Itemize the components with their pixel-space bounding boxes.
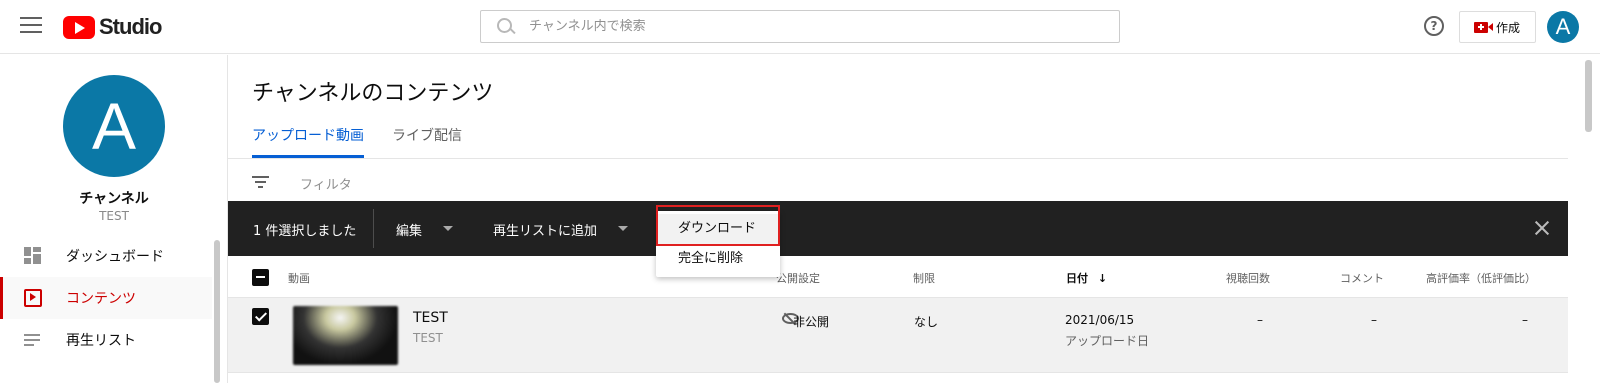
- menu-item-delete-forever[interactable]: 完全に削除: [656, 244, 780, 274]
- video-camera-icon: [1474, 21, 1493, 33]
- main-content: チャンネルのコンテンツ アップロード動画 ライブ配信 フィルタ 1 件選択しまし…: [228, 55, 1600, 383]
- column-restrictions[interactable]: 制限: [913, 270, 935, 286]
- table-header: 動画 公開設定 制限 日付 ↓ 視聴回数 コメント 高評価率（低評価比）: [228, 256, 1568, 298]
- likes-value: –: [1522, 313, 1528, 327]
- chevron-down-icon[interactable]: [443, 226, 453, 231]
- selected-count: 1 件選択しました: [253, 224, 357, 239]
- account-avatar[interactable]: A: [1547, 11, 1579, 43]
- sidebar-item-dashboard[interactable]: ダッシュボード: [0, 235, 212, 277]
- channel-avatar[interactable]: A: [63, 75, 165, 177]
- visibility-value[interactable]: 非公開: [793, 313, 829, 330]
- column-date[interactable]: 日付 ↓: [1066, 270, 1107, 286]
- date-value: 2021/06/15: [1065, 313, 1135, 327]
- studio-logo[interactable]: Studio: [63, 14, 162, 40]
- date-type: アップロード日: [1065, 334, 1150, 348]
- close-icon[interactable]: [1533, 219, 1551, 237]
- row-checkbox[interactable]: [252, 308, 269, 325]
- edit-menu-button[interactable]: 編集: [396, 220, 422, 239]
- table-row[interactable]: TEST TEST 非公開 なし 2021/06/15 アップロード日 – – …: [228, 298, 1568, 373]
- column-views[interactable]: 視聴回数: [1226, 270, 1270, 286]
- channel-name: チャンネル: [79, 191, 149, 207]
- page-title: チャンネルのコンテンツ: [252, 81, 494, 106]
- help-icon[interactable]: ?: [1424, 16, 1444, 36]
- column-likes[interactable]: 高評価率（低評価比）: [1426, 270, 1536, 286]
- chevron-down-icon[interactable]: [618, 226, 628, 231]
- bulk-action-bar: 1 件選択しました 編集 再生リストに追加: [228, 201, 1568, 256]
- create-button[interactable]: 作成: [1459, 11, 1536, 43]
- filter-icon[interactable]: [252, 176, 269, 188]
- page-scrollbar[interactable]: [1585, 60, 1592, 132]
- sidebar-scrollbar[interactable]: [214, 240, 220, 383]
- restrictions-value: なし: [914, 315, 939, 329]
- sort-arrow-down-icon: ↓: [1097, 272, 1108, 285]
- add-to-playlist-button[interactable]: 再生リストに追加: [493, 220, 597, 239]
- create-label: 作成: [1496, 20, 1521, 35]
- column-visibility[interactable]: 公開設定: [776, 270, 820, 286]
- divider: [373, 209, 374, 248]
- tab-live[interactable]: ライブ配信: [392, 125, 462, 158]
- video-thumbnail[interactable]: [293, 306, 398, 365]
- sidebar-item-playlists[interactable]: 再生リスト: [0, 319, 212, 361]
- channel-handle: TEST: [99, 209, 129, 223]
- video-title[interactable]: TEST: [413, 310, 448, 326]
- views-value: –: [1257, 313, 1263, 327]
- sidebar-item-contents[interactable]: コンテンツ: [0, 277, 212, 319]
- filter-bar[interactable]: フィルタ: [228, 159, 1568, 201]
- search-icon[interactable]: [489, 10, 529, 43]
- comments-value: –: [1371, 313, 1377, 327]
- download-highlight-box: [656, 205, 780, 246]
- playlist-icon: [24, 331, 42, 349]
- top-bar: Studio ? 作成 A: [0, 0, 1600, 54]
- sidebar-item-label: コンテンツ: [66, 291, 136, 307]
- select-all-checkbox[interactable]: [252, 269, 269, 286]
- filter-input[interactable]: フィルタ: [300, 174, 352, 193]
- search-box: [480, 10, 1120, 43]
- sidebar-item-label: ダッシュボード: [66, 249, 164, 265]
- column-date-label: 日付: [1066, 272, 1088, 285]
- logo-text: Studio: [99, 14, 162, 39]
- tab-uploads[interactable]: アップロード動画: [252, 125, 364, 158]
- sidebar: A チャンネル TEST ダッシュボード コンテンツ 再生リスト: [0, 55, 228, 383]
- youtube-play-icon: [63, 15, 95, 39]
- video-description: TEST: [413, 331, 443, 345]
- menu-icon[interactable]: [20, 17, 42, 35]
- column-comments[interactable]: コメント: [1340, 270, 1384, 286]
- contents-icon: [24, 289, 42, 307]
- column-video: 動画: [288, 272, 310, 285]
- sidebar-item-label: 再生リスト: [66, 333, 136, 349]
- search-input[interactable]: [529, 19, 1089, 34]
- dashboard-icon: [24, 247, 42, 265]
